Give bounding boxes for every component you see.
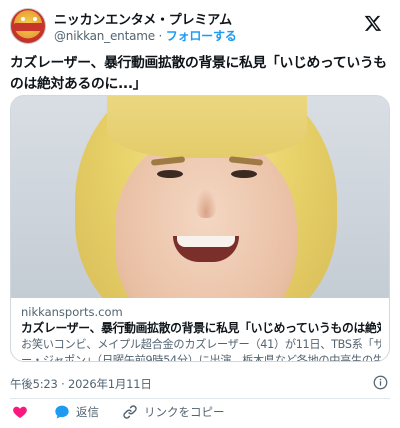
divider [10, 398, 390, 399]
author-avatar[interactable] [10, 8, 46, 44]
tweet-header: ニッカンエンタメ・プレミアム @nikkan_entame · フォローする [10, 8, 390, 44]
follow-button[interactable]: フォローする [166, 29, 237, 43]
reply-bubble-icon [55, 405, 69, 419]
card-desc-line-2: ー・ジャポン」（日曜午前9時54分）に出演。栃木県など各地の中高生の生... [21, 354, 381, 362]
tweet-timestamp[interactable]: 午後5:23 · 2026年1月11日 [10, 376, 152, 392]
meta-separator: · [154, 29, 166, 43]
card-photo[interactable] [11, 96, 389, 298]
link-icon [123, 405, 137, 419]
reply-button[interactable]: 返信 [54, 404, 99, 420]
card-info[interactable]: nikkansports.com カズレーザー、暴行動画拡散の背景に私見「いじめ… [11, 298, 389, 362]
card-domain: nikkansports.com [21, 305, 123, 319]
author-name[interactable]: ニッカンエンタメ・プレミアム [54, 9, 232, 28]
card-desc-line-1: お笑いコンビ、メイプル超合金のカズレーザー（41）が11日、TBS系「サンデ [21, 338, 381, 351]
card-description: お笑いコンビ、メイプル超合金のカズレーザー（41）が11日、TBS系「サンデ ー… [21, 337, 381, 362]
author-handle[interactable]: @nikkan_entame [54, 29, 155, 43]
like-button[interactable] [12, 404, 28, 420]
tweet-text: カズレーザー、暴行動画拡散の背景に私見「いじめっていうものは絶対あるのに...」 [10, 55, 387, 92]
reply-label: 返信 [76, 405, 99, 419]
x-logo-icon[interactable] [364, 14, 382, 32]
author-meta: @nikkan_entame · フォローする [54, 27, 237, 44]
copy-link-button[interactable]: リンクをコピー [122, 404, 225, 420]
copy-link-label: リンクをコピー [144, 405, 225, 419]
card-title: カズレーザー、暴行動画拡散の背景に私見「いじめっていうものは絶対ある... [21, 321, 381, 335]
link-card[interactable]: nikkansports.com カズレーザー、暴行動画拡散の背景に私見「いじめ… [10, 95, 390, 362]
heart-icon [13, 406, 27, 418]
action-bar: 返信 リンクをコピー [10, 404, 390, 424]
info-icon[interactable] [373, 375, 388, 390]
